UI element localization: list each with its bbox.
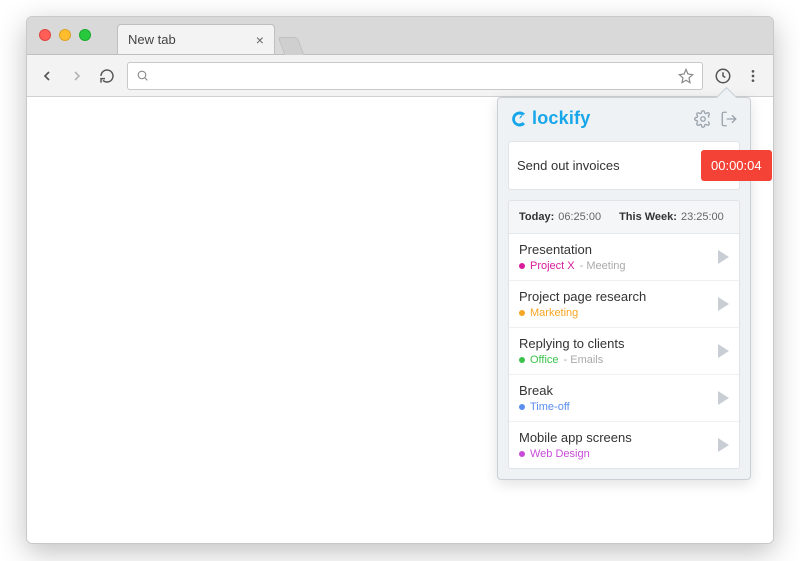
- play-button[interactable]: [718, 438, 729, 452]
- project-color-dot: [519, 310, 525, 316]
- address-input[interactable]: [157, 68, 670, 83]
- entry-main: Project page research Marketing: [519, 289, 718, 319]
- entry-subtitle: Office - Emails: [519, 354, 718, 366]
- entries-list: Today:06:25:00 This Week:23:25:00 Presen…: [508, 200, 740, 469]
- entry-row[interactable]: Break Time-off: [509, 375, 739, 422]
- entry-subtitle: Project X - Meeting: [519, 260, 718, 272]
- entry-row[interactable]: Mobile app screens Web Design: [509, 422, 739, 468]
- clockify-logo-icon: [510, 110, 528, 128]
- entry-title: Mobile app screens: [519, 430, 718, 445]
- project-name: Office: [530, 354, 559, 366]
- settings-button[interactable]: [694, 110, 712, 128]
- project-name: Time-off: [530, 401, 570, 413]
- stop-timer-button[interactable]: 00:00:04: [701, 150, 772, 181]
- task-name: - Meeting: [580, 260, 626, 272]
- project-name: Marketing: [530, 307, 578, 319]
- clockify-logo-text: lockify: [532, 108, 590, 129]
- browser-window: New tab × l: [26, 16, 774, 544]
- browser-menu-button[interactable]: [743, 66, 763, 86]
- project-name: Project X: [530, 260, 575, 272]
- browser-titlebar: New tab ×: [27, 17, 773, 55]
- entry-main: Presentation Project X - Meeting: [519, 242, 718, 272]
- entry-title: Project page research: [519, 289, 718, 304]
- back-button[interactable]: [37, 66, 57, 86]
- project-color-dot: [519, 263, 525, 269]
- entry-title: Presentation: [519, 242, 718, 257]
- entry-title: Replying to clients: [519, 336, 718, 351]
- play-button[interactable]: [718, 391, 729, 405]
- clockify-logo: lockify: [510, 108, 686, 129]
- play-button[interactable]: [718, 250, 729, 264]
- entry-subtitle: Time-off: [519, 401, 718, 413]
- entry-row[interactable]: Replying to clients Office - Emails: [509, 328, 739, 375]
- entry-main: Replying to clients Office - Emails: [519, 336, 718, 366]
- summary-bar: Today:06:25:00 This Week:23:25:00: [509, 201, 739, 234]
- forward-button[interactable]: [67, 66, 87, 86]
- address-bar[interactable]: [127, 62, 703, 90]
- search-icon: [136, 69, 149, 82]
- summary-today: Today:06:25:00: [519, 211, 601, 223]
- browser-tab[interactable]: New tab ×: [117, 24, 275, 54]
- popup-header: lockify: [498, 98, 750, 137]
- logout-button[interactable]: [720, 110, 738, 128]
- entry-row[interactable]: Project page research Marketing: [509, 281, 739, 328]
- task-name: - Emails: [564, 354, 604, 366]
- entry-row[interactable]: Presentation Project X - Meeting: [509, 234, 739, 281]
- project-name: Web Design: [530, 448, 590, 460]
- close-tab-button[interactable]: ×: [256, 32, 264, 48]
- clockify-popup: lockify 00:00:04 Today:06:25:00 This Wee…: [497, 97, 751, 480]
- tab-title: New tab: [128, 32, 176, 47]
- browser-viewport: lockify 00:00:04 Today:06:25:00 This Wee…: [27, 97, 773, 543]
- entry-subtitle: Web Design: [519, 448, 718, 460]
- project-color-dot: [519, 451, 525, 457]
- minimize-window-button[interactable]: [59, 29, 71, 41]
- entry-main: Mobile app screens Web Design: [519, 430, 718, 460]
- new-tab-button[interactable]: [278, 37, 305, 55]
- entry-main: Break Time-off: [519, 383, 718, 413]
- entry-title: Break: [519, 383, 718, 398]
- summary-week: This Week:23:25:00: [619, 211, 724, 223]
- reload-button[interactable]: [97, 66, 117, 86]
- maximize-window-button[interactable]: [79, 29, 91, 41]
- project-color-dot: [519, 357, 525, 363]
- timer-card: 00:00:04: [508, 141, 740, 190]
- star-icon[interactable]: [678, 68, 694, 84]
- browser-toolbar: [27, 55, 773, 97]
- window-controls: [39, 29, 91, 41]
- close-window-button[interactable]: [39, 29, 51, 41]
- clockify-extension-button[interactable]: [713, 66, 733, 86]
- play-button[interactable]: [718, 297, 729, 311]
- entry-subtitle: Marketing: [519, 307, 718, 319]
- play-button[interactable]: [718, 344, 729, 358]
- description-input[interactable]: [517, 158, 693, 173]
- project-color-dot: [519, 404, 525, 410]
